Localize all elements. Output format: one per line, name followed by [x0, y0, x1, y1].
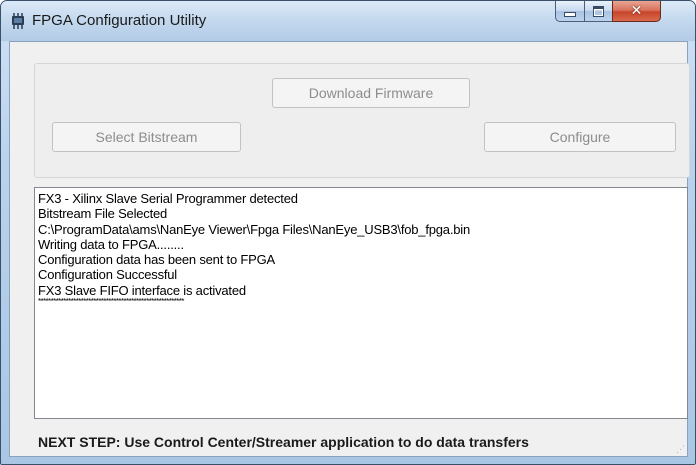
log-line: FX3 - Xilinx Slave Serial Programmer det…	[38, 191, 298, 206]
close-icon: ✕	[630, 3, 643, 19]
configure-button[interactable]: Configure	[484, 122, 676, 152]
fpga-chip-icon[interactable]	[9, 13, 27, 29]
log-line: C:\ProgramData\ams\NanEye Viewer\Fpga Fi…	[38, 221, 470, 237]
log-line: FX3 Slave FIFO interface is activated	[38, 282, 246, 298]
resize-grip-icon[interactable]: ⋰	[675, 444, 685, 454]
minimize-button[interactable]	[555, 1, 585, 22]
select-bitstream-button[interactable]: Select Bitstream	[52, 122, 241, 152]
log-line: Configuration Successful	[38, 267, 177, 283]
log-line: Writing data to FPGA........	[38, 236, 184, 252]
log-line: Configuration data has been sent to FPGA	[38, 252, 275, 268]
status-bar-text: NEXT STEP: Use Control Center/Streamer a…	[38, 434, 529, 450]
client-area: Download Firmware Select Bitstream Confi…	[9, 41, 690, 457]
log-output[interactable]: FX3 - Xilinx Slave Serial Programmer det…	[34, 187, 688, 419]
maximize-button[interactable]	[584, 1, 613, 22]
close-button[interactable]: ✕	[612, 1, 661, 22]
app-window: FPGA Configuration Utility ✕ Download Fi…	[0, 0, 696, 465]
download-firmware-button[interactable]: Download Firmware	[272, 78, 470, 108]
maximize-icon	[593, 5, 604, 17]
minimize-icon	[564, 11, 576, 17]
window-title: FPGA Configuration Utility	[32, 12, 207, 29]
log-separator: ****************************************…	[38, 297, 184, 307]
title-bar[interactable]: FPGA Configuration Utility ✕	[1, 1, 695, 41]
log-line: Bitstream File Selected	[38, 206, 168, 222]
